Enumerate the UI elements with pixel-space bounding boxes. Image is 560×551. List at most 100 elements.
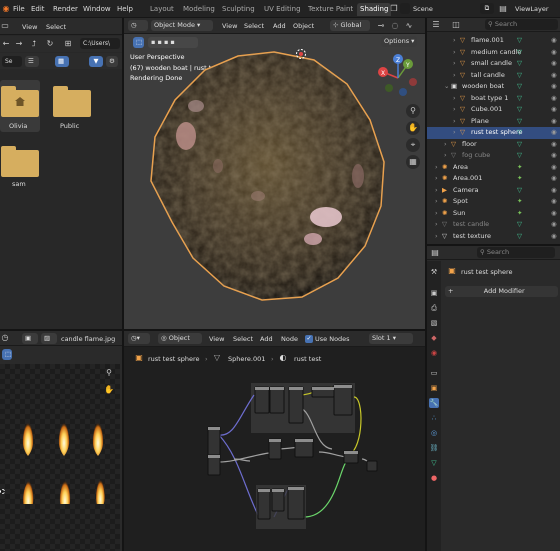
light-data-icon[interactable]: ✦: [517, 162, 522, 174]
editor-type-3d-icon[interactable]: ◷: [128, 20, 148, 31]
file-menu-view[interactable]: View: [22, 23, 37, 31]
image-browse-icon[interactable]: ▨: [41, 333, 57, 344]
visibility-eye-icon[interactable]: ◉: [551, 208, 557, 220]
mesh-data-icon[interactable]: ▽: [517, 35, 522, 47]
editor-type-folder-icon[interactable]: ▭: [0, 21, 10, 31]
object-properties-icon[interactable]: ▣: [429, 383, 439, 393]
expand-arrow-icon[interactable]: ›: [435, 231, 438, 243]
camera-view-icon[interactable]: ⌖: [406, 138, 420, 152]
mesh-data-icon[interactable]: ▽: [517, 150, 522, 162]
visibility-eye-icon[interactable]: ◉: [551, 81, 557, 93]
use-nodes-checkbox[interactable]: ✓: [305, 335, 313, 343]
image-editor-icon[interactable]: ◷: [0, 333, 10, 343]
visibility-eye-icon[interactable]: ◉: [551, 150, 557, 162]
breadcrumb-material[interactable]: rust test: [294, 355, 321, 363]
expand-arrow-icon[interactable]: ›: [435, 208, 438, 220]
proportional-edit-icon[interactable]: ∿: [404, 21, 414, 31]
shader-node-editor[interactable]: ◷▾ ◎ Object View Select Add Node ✓ Use N…: [124, 331, 425, 551]
refresh-icon[interactable]: ↻: [45, 39, 55, 49]
outliner-row[interactable]: › ▽ boat type 1 ▽ ◉: [427, 93, 560, 105]
data-properties-icon[interactable]: ▽: [429, 458, 439, 468]
path-field[interactable]: C:\Users\: [80, 38, 120, 49]
viewport-menu-object[interactable]: Object: [293, 22, 314, 30]
expand-arrow-icon[interactable]: ›: [453, 116, 456, 128]
expand-arrow-icon[interactable]: ›: [444, 139, 447, 151]
collection-properties-icon[interactable]: ▭: [429, 368, 439, 378]
outliner-row[interactable]: ⌄ ▣ wooden boat ▽ ◉: [427, 81, 560, 93]
area-divider[interactable]: [427, 244, 560, 246]
expand-arrow-icon[interactable]: ›: [453, 58, 456, 70]
mesh-data-icon[interactable]: ▽: [517, 58, 522, 70]
visibility-eye-icon[interactable]: ◉: [551, 173, 557, 185]
navigation-gizmo[interactable]: X Y Z: [373, 52, 423, 100]
viewport-menu-view[interactable]: View: [222, 22, 237, 30]
visibility-eye-icon[interactable]: ◉: [551, 116, 557, 128]
light-data-icon[interactable]: ✦: [517, 173, 522, 185]
outliner-editor-icon[interactable]: ☰: [431, 20, 441, 30]
zoom-icon[interactable]: ⚲: [406, 104, 420, 118]
expand-arrow-icon[interactable]: ›: [435, 196, 438, 208]
material-properties-icon[interactable]: ●: [429, 473, 439, 483]
view-layer-name[interactable]: ViewLayer: [515, 5, 549, 13]
outliner-row[interactable]: › ▽ fog cube ▽ ◉: [427, 150, 560, 162]
outliner-row[interactable]: › ▽ rust test sphere ▽ ◉: [427, 127, 560, 139]
node-editor-type-icon[interactable]: ◷▾: [128, 333, 150, 344]
visibility-eye-icon[interactable]: ◉: [551, 93, 557, 105]
particles-properties-icon[interactable]: ∴: [429, 413, 439, 423]
shader-type-dropdown[interactable]: ◎ Object: [158, 333, 202, 344]
visibility-eye-icon[interactable]: ◉: [551, 104, 557, 116]
outliner-row[interactable]: › ▶ Camera ▽ ◉: [427, 185, 560, 197]
expand-arrow-icon[interactable]: ›: [453, 104, 456, 116]
tab-uv-editing[interactable]: UV Editing: [261, 3, 304, 16]
view-layer-icon[interactable]: ▤: [498, 4, 508, 14]
mesh-data-icon[interactable]: ▽: [517, 219, 522, 231]
properties-search-input[interactable]: ⚲ Search: [477, 247, 555, 258]
scene-browse-button[interactable]: [400, 3, 410, 14]
render-properties-icon[interactable]: ▣: [429, 288, 439, 298]
area-divider[interactable]: [425, 18, 427, 551]
expand-arrow-icon[interactable]: ›: [435, 173, 438, 185]
image-name-field[interactable]: candle flame.jpg: [61, 335, 115, 343]
search-field[interactable]: Se: [2, 56, 22, 67]
outliner-row[interactable]: › ▽ flame.001 ▽ ◉: [427, 35, 560, 47]
settings-gear-icon[interactable]: ⚙: [106, 56, 118, 67]
back-arrow-icon[interactable]: ←: [1, 39, 11, 49]
visibility-eye-icon[interactable]: ◉: [551, 219, 557, 231]
light-data-icon[interactable]: ✦: [517, 196, 522, 208]
outliner-row[interactable]: › ▽ test candle ▽ ◉: [427, 219, 560, 231]
node-menu-select[interactable]: Select: [233, 335, 253, 343]
node-menu-view[interactable]: View: [209, 335, 224, 343]
scene-properties-icon[interactable]: ◆: [429, 333, 439, 343]
tab-layout[interactable]: Layout: [147, 3, 177, 16]
overlay-icon[interactable]: ◌: [390, 21, 400, 31]
candle-flame-image[interactable]: [0, 364, 120, 551]
node-menu-add[interactable]: Add: [260, 335, 273, 343]
tab-modeling[interactable]: Modeling: [180, 3, 218, 16]
tab-texture-paint[interactable]: Texture Paint: [305, 3, 356, 16]
expand-arrow-icon[interactable]: ›: [453, 70, 456, 82]
mesh-data-icon[interactable]: ▽: [517, 127, 522, 139]
outliner-row[interactable]: › ▽ medium candle ▽ ◉: [427, 47, 560, 59]
parent-directory-icon[interactable]: ⮥: [29, 39, 39, 49]
scene-new-icon[interactable]: ⧉: [480, 3, 494, 14]
mesh-data-icon[interactable]: ▽: [517, 116, 522, 128]
scene-icon[interactable]: ❒: [389, 4, 399, 14]
display-list-icon[interactable]: ☰: [25, 56, 39, 67]
expand-arrow-icon[interactable]: ›: [435, 185, 438, 197]
outliner-row[interactable]: › ✺ Spot ✦ ◉: [427, 196, 560, 208]
light-data-icon[interactable]: ✦: [517, 208, 522, 220]
blender-logo-icon[interactable]: ◉: [1, 4, 11, 14]
tab-shading[interactable]: Shading: [357, 3, 392, 16]
rust-sphere-object[interactable]: [148, 46, 388, 304]
outliner-search-input[interactable]: ⚲ Search: [485, 19, 558, 30]
menu-render[interactable]: Render: [53, 3, 78, 15]
file-item-olivia[interactable]: Olivia: [0, 80, 40, 132]
outliner-row[interactable]: › ▽ Cube.001 ▽ ◉: [427, 104, 560, 116]
outliner-row[interactable]: › ▽ Plane ▽ ◉: [427, 116, 560, 128]
output-properties-icon[interactable]: ⎙: [429, 303, 439, 313]
menu-help[interactable]: Help: [117, 3, 133, 15]
properties-editor-icon[interactable]: ▤: [430, 248, 440, 258]
outliner-row[interactable]: › ▽ small candle ▽ ◉: [427, 58, 560, 70]
display-mode-icon[interactable]: ◫: [451, 20, 461, 30]
expand-arrow-icon[interactable]: ›: [453, 47, 456, 59]
